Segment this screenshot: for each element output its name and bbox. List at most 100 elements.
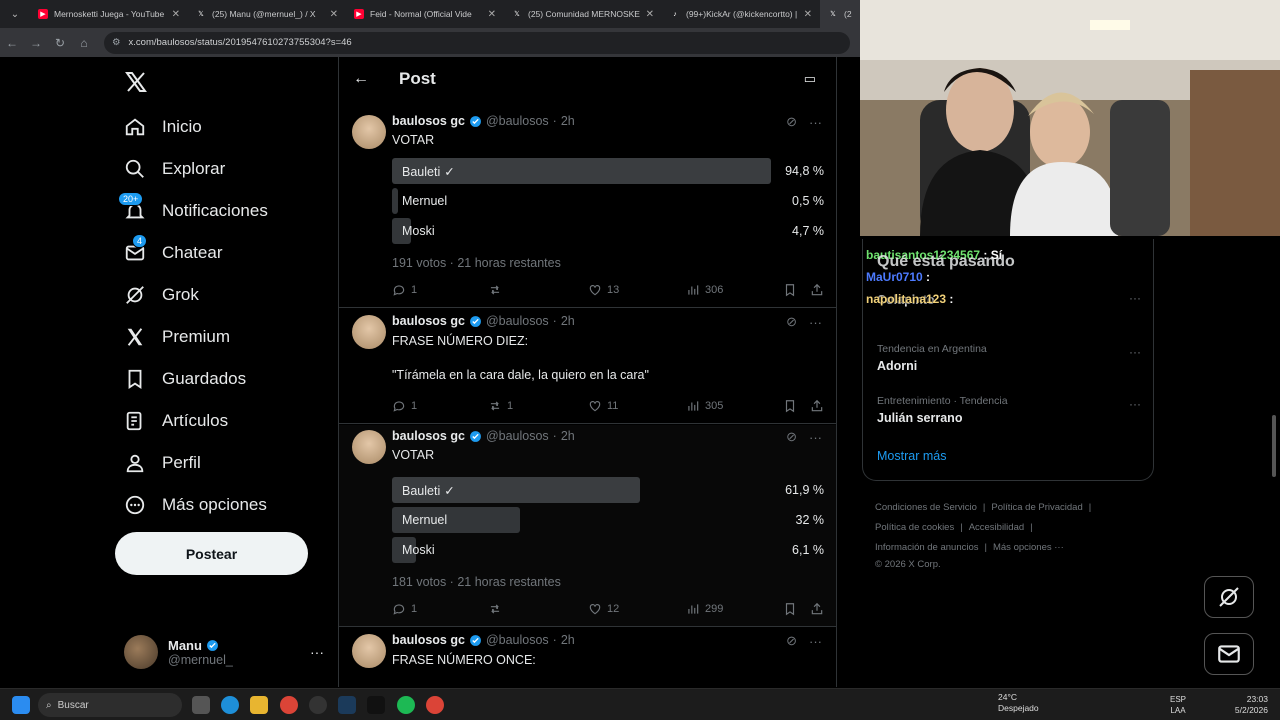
tweet-author-name[interactable]: baulosos gc bbox=[392, 314, 465, 328]
account-switcher[interactable]: Manu @mernuel_ ··· bbox=[124, 632, 324, 672]
tweet-author-name[interactable]: baulosos gc bbox=[392, 633, 465, 647]
start-icon[interactable] bbox=[12, 696, 30, 714]
share-button[interactable] bbox=[810, 602, 824, 616]
like-button[interactable]: 11 bbox=[588, 399, 618, 413]
avatar[interactable] bbox=[352, 115, 386, 149]
tweet-author-name[interactable]: baulosos gc bbox=[392, 429, 465, 443]
chrome-icon[interactable] bbox=[426, 696, 444, 714]
browser-tab[interactable]: ▶ Feid - Normal (Official Vide ✕ bbox=[346, 0, 504, 28]
tab-list-button[interactable]: ⌄ bbox=[4, 3, 26, 25]
more-icon[interactable]: ··· bbox=[1129, 397, 1141, 411]
like-button[interactable]: 12 bbox=[588, 602, 619, 616]
tweet-time[interactable]: 2h bbox=[561, 633, 575, 647]
tiktok-icon[interactable] bbox=[367, 696, 385, 714]
reader-mode-icon[interactable]: ▭ bbox=[804, 71, 816, 87]
more-icon[interactable]: ··· bbox=[1129, 345, 1141, 359]
spotify-icon[interactable] bbox=[397, 696, 415, 714]
grok-fab-button[interactable] bbox=[1204, 576, 1254, 618]
steam-icon[interactable] bbox=[338, 696, 356, 714]
nav-item-premium[interactable]: Premium bbox=[124, 326, 230, 348]
edge-icon[interactable] bbox=[221, 696, 239, 714]
repost-button[interactable]: 1 bbox=[488, 399, 513, 413]
browser-tab[interactable]: 𝕏 (25) Manu (@mernuel_) / X ✕ bbox=[188, 0, 346, 28]
tweet-handle[interactable]: @baulosos bbox=[486, 633, 549, 647]
share-button[interactable] bbox=[810, 283, 824, 297]
close-tab-icon[interactable]: ✕ bbox=[804, 9, 812, 20]
repost-button[interactable] bbox=[488, 602, 507, 616]
tweet-time[interactable]: 2h bbox=[561, 314, 575, 328]
nav-item-articulos[interactable]: Artículos bbox=[124, 410, 228, 432]
taskbar-search[interactable]: ⌕ Buscar bbox=[38, 693, 182, 717]
tweet-handle[interactable]: @baulosos bbox=[486, 429, 549, 443]
close-tab-icon[interactable]: ✕ bbox=[172, 9, 180, 20]
trend-item[interactable]: Entretenimiento · Tendencia Julián serra… bbox=[877, 395, 1147, 425]
weather-widget[interactable]: 24°C Despejado bbox=[998, 692, 1039, 714]
more-icon[interactable]: ··· bbox=[809, 634, 822, 649]
tweet-handle[interactable]: @baulosos bbox=[486, 314, 549, 328]
nav-item-notificaciones[interactable]: 20+ Notificaciones bbox=[118, 192, 268, 222]
x-logo[interactable] bbox=[124, 70, 148, 94]
bookmark-button[interactable] bbox=[783, 602, 797, 616]
site-info-icon[interactable]: ⚙ bbox=[112, 37, 121, 48]
browser-tab-active[interactable]: 𝕏 (25) B bbox=[820, 0, 860, 28]
like-button[interactable]: 13 bbox=[588, 283, 619, 297]
tweet[interactable]: baulosos gc @baulosos · 2h ⊘ ··· FRASE NÚ… bbox=[339, 310, 836, 424]
nav-item-explorar[interactable]: Explorar bbox=[124, 158, 225, 180]
task-view-icon[interactable] bbox=[192, 696, 210, 714]
url-field[interactable]: ⚙ x.com/baulosos/status/2019547610273755… bbox=[104, 31, 850, 54]
grok-icon[interactable]: ⊘ bbox=[786, 633, 797, 649]
more-icon[interactable]: ··· bbox=[809, 115, 822, 130]
footer-link[interactable]: Información de anuncios bbox=[875, 542, 979, 553]
scrollbar[interactable] bbox=[1272, 415, 1276, 477]
footer-link[interactable]: Más opciones ··· bbox=[993, 542, 1064, 553]
browser-tab[interactable]: ▶ Mernosketti Juega - YouTube ✕ bbox=[30, 0, 188, 28]
footer-link[interactable]: Política de cookies bbox=[875, 522, 954, 533]
grok-icon[interactable]: ⊘ bbox=[786, 314, 797, 330]
more-icon[interactable]: ··· bbox=[809, 430, 822, 445]
avatar[interactable] bbox=[352, 430, 386, 464]
footer-link[interactable]: Política de Privacidad bbox=[991, 502, 1082, 513]
bookmark-button[interactable] bbox=[783, 283, 797, 297]
bookmark-button[interactable] bbox=[783, 399, 797, 413]
messages-fab-button[interactable] bbox=[1204, 633, 1254, 675]
browser-tab[interactable]: 𝕏 (25) Comunidad MERNOSKETTI✕ bbox=[504, 0, 662, 28]
nav-item-mas-opciones[interactable]: Más opciones bbox=[124, 494, 267, 516]
back-arrow-icon[interactable]: ← bbox=[353, 70, 369, 88]
tweet-time[interactable]: 2h bbox=[561, 429, 575, 443]
share-button[interactable] bbox=[810, 399, 824, 413]
repost-button[interactable] bbox=[488, 283, 507, 297]
more-icon[interactable]: ··· bbox=[809, 315, 822, 330]
tweet-time[interactable]: 2h bbox=[561, 114, 575, 128]
tweet[interactable]: baulosos gc @baulosos · 2h ⊘ ··· VOTAR Ba… bbox=[339, 110, 836, 308]
trend-item[interactable]: Tendencia en Argentina Adorni ··· bbox=[877, 343, 1147, 373]
back-icon[interactable]: ← bbox=[0, 31, 24, 55]
language-indicator[interactable]: ESP LAA bbox=[1170, 694, 1186, 716]
close-tab-icon[interactable]: ✕ bbox=[646, 9, 654, 20]
close-tab-icon[interactable]: ✕ bbox=[330, 9, 338, 20]
home-icon[interactable]: ⌂ bbox=[72, 31, 96, 55]
tweet[interactable]: baulosos gc @baulosos · 2h ⊘ ··· VOTAR Ba… bbox=[339, 425, 836, 627]
reload-icon[interactable]: ↻ bbox=[48, 31, 72, 55]
reply-button[interactable]: 1 bbox=[392, 602, 417, 616]
browser-tab[interactable]: ♪ (99+)KickAr (@kickencortto) | T ✕ bbox=[662, 0, 820, 28]
footer-link[interactable]: Condiciones de Servicio bbox=[875, 502, 977, 513]
tweet-author-name[interactable]: baulosos gc bbox=[392, 114, 465, 128]
forward-icon[interactable]: → bbox=[24, 31, 48, 55]
tweet-handle[interactable]: @baulosos bbox=[486, 114, 549, 128]
folder-icon[interactable] bbox=[250, 696, 268, 714]
close-tab-icon[interactable]: ✕ bbox=[488, 9, 496, 20]
grok-icon[interactable]: ⊘ bbox=[786, 114, 797, 130]
show-more-link[interactable]: Mostrar más bbox=[877, 449, 946, 463]
nav-item-chatear[interactable]: 4 Chatear bbox=[124, 234, 222, 264]
views-button[interactable]: 299 bbox=[686, 602, 723, 616]
nav-item-grok[interactable]: Grok bbox=[124, 284, 199, 306]
tweet[interactable]: baulosos gc @baulosos · 2h ⊘ ··· FRASE NÚ… bbox=[339, 629, 836, 687]
app-icon[interactable] bbox=[309, 696, 327, 714]
reply-button[interactable]: 1 bbox=[392, 399, 417, 413]
views-button[interactable]: 306 bbox=[686, 283, 723, 297]
more-icon[interactable]: ··· bbox=[310, 644, 324, 660]
footer-link[interactable]: Accesibilidad bbox=[969, 522, 1024, 533]
views-button[interactable]: 305 bbox=[686, 399, 723, 413]
post-button[interactable]: Postear bbox=[115, 532, 308, 575]
nav-item-guardados[interactable]: Guardados bbox=[124, 368, 246, 390]
